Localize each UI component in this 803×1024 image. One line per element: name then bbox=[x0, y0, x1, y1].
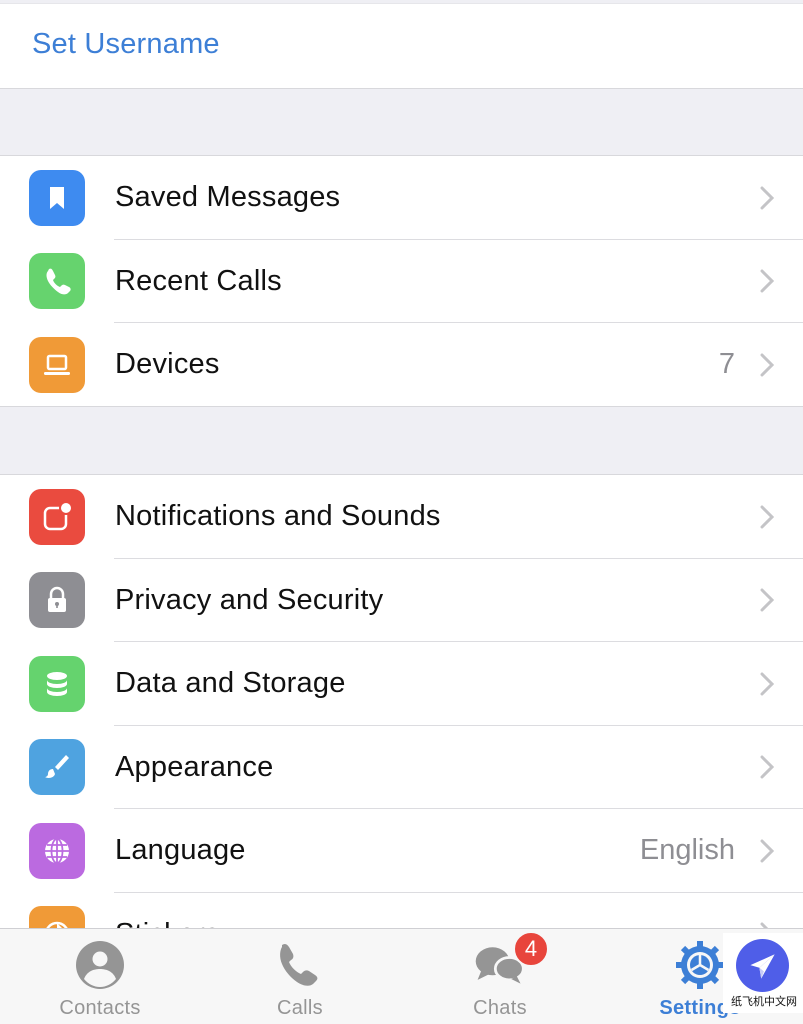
lock-icon bbox=[29, 572, 85, 629]
tab-contacts[interactable]: Contacts bbox=[0, 929, 200, 1024]
chevron-right-icon bbox=[760, 672, 775, 696]
row-label: Saved Messages bbox=[115, 181, 341, 214]
watermark: 纸飞机中文网 bbox=[723, 933, 803, 1013]
phone-icon bbox=[29, 253, 85, 310]
tab-calls[interactable]: Calls bbox=[200, 929, 400, 1024]
tab-label: Contacts bbox=[59, 997, 141, 1019]
brush-icon bbox=[29, 739, 85, 796]
tab-label: Calls bbox=[277, 997, 323, 1019]
database-icon bbox=[29, 655, 85, 712]
row-data-storage[interactable]: Data and Storage bbox=[0, 642, 803, 726]
row-label: Data and Storage bbox=[115, 667, 346, 700]
gear-icon bbox=[672, 939, 728, 991]
row-notifications[interactable]: Notifications and Sounds bbox=[0, 475, 803, 559]
chevron-right-icon bbox=[760, 269, 775, 293]
chevron-right-icon bbox=[760, 755, 775, 779]
chevron-right-icon bbox=[760, 186, 775, 210]
chevron-right-icon bbox=[760, 588, 775, 612]
settings-group-1: Saved Messages Recent Calls Devices 7 bbox=[0, 155, 803, 407]
tab-bar: Contacts Calls 4 Chats Settings bbox=[0, 928, 803, 1024]
person-circle-icon bbox=[72, 939, 128, 991]
bookmark-icon bbox=[29, 169, 85, 226]
row-recent-calls[interactable]: Recent Calls bbox=[0, 240, 803, 323]
tab-chats[interactable]: 4 Chats bbox=[400, 929, 600, 1024]
chevron-right-icon bbox=[760, 353, 775, 377]
settings-screen: Set Username Saved Messages Recent Calls… bbox=[0, 0, 803, 1024]
row-language[interactable]: Language English bbox=[0, 809, 803, 893]
row-devices[interactable]: Devices 7 bbox=[0, 323, 803, 407]
phone-icon bbox=[272, 939, 328, 991]
row-privacy[interactable]: Privacy and Security bbox=[0, 559, 803, 642]
settings-group-2: Notifications and Sounds Privacy and Sec… bbox=[0, 474, 803, 963]
language-value: English bbox=[639, 834, 735, 867]
tab-label: Chats bbox=[473, 997, 527, 1019]
watermark-text: 纸飞机中文网 bbox=[731, 995, 797, 1008]
username-section: Set Username bbox=[0, 3, 803, 89]
row-label: Appearance bbox=[115, 750, 274, 783]
globe-icon bbox=[29, 822, 85, 879]
devices-count: 7 bbox=[718, 348, 735, 381]
row-label: Notifications and Sounds bbox=[115, 500, 441, 533]
chevron-right-icon bbox=[760, 839, 775, 863]
laptop-icon bbox=[29, 336, 85, 393]
row-saved-messages[interactable]: Saved Messages bbox=[0, 156, 803, 240]
row-label: Devices bbox=[115, 348, 220, 381]
paper-plane-logo-icon bbox=[736, 939, 789, 992]
row-label: Privacy and Security bbox=[115, 583, 384, 616]
row-appearance[interactable]: Appearance bbox=[0, 726, 803, 809]
row-label: Recent Calls bbox=[115, 264, 282, 297]
set-username-button[interactable]: Set Username bbox=[32, 28, 220, 61]
row-label: Language bbox=[115, 834, 246, 867]
unread-badge: 4 bbox=[513, 931, 549, 967]
notification-icon bbox=[29, 488, 85, 545]
chevron-right-icon bbox=[760, 505, 775, 529]
